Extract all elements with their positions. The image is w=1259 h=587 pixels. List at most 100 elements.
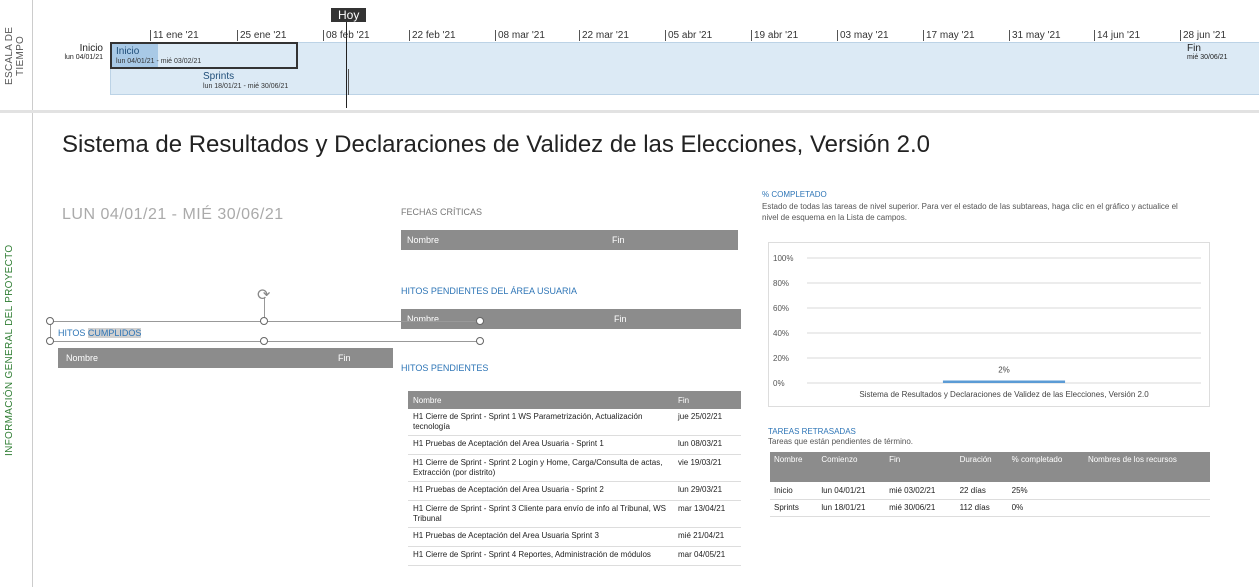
table-row[interactable]: H1 Pruebas de Aceptación del Area Usuari…	[408, 527, 741, 547]
column-header: % completado	[1007, 452, 1084, 482]
timeline-tick: 25 ene '21	[237, 30, 286, 41]
rotate-icon[interactable]: ⟳	[257, 285, 270, 305]
tareas-retrasadas-table[interactable]: Nombre Comienzo Fin Duración% completado Nom…	[770, 452, 1210, 517]
project-title[interactable]: Sistema de Resultados y Declaraciones de…	[62, 128, 982, 162]
project-date-range[interactable]: LUN 04/01/21 - MIÉ 30/06/21	[62, 206, 284, 224]
completado-chart[interactable]: 100% 80% 60% 40% 20% 0% 2% Sistema de Resultado…	[768, 242, 1210, 407]
cell-nombre: H1 Pruebas de Aceptación del Area Usuari…	[408, 527, 673, 547]
timeline-task-inicio[interactable]: Inicio lun 04/01/21 - mié 03/02/21	[110, 42, 298, 69]
col-nombre: Nombre	[407, 314, 440, 324]
hitos-pendientes-heading[interactable]: HITOS PENDIENTES	[401, 363, 488, 373]
today-line	[346, 14, 347, 108]
table-row[interactable]: H1 Cierre de Sprint - Sprint 4 Reportes,…	[408, 546, 741, 566]
cell-fin: jue 25/02/21	[673, 409, 741, 436]
table-cell: 112 días	[955, 499, 1008, 517]
timeline-tick: 22 mar '21	[579, 30, 629, 41]
cell-nombre: H1 Pruebas de Aceptación del Area Usuari…	[408, 481, 673, 501]
hitos-area-usuaria-header[interactable]: Nombre Fin	[401, 309, 741, 329]
resize-handle[interactable]	[260, 337, 268, 345]
hitos-pendientes-table[interactable]: Nombre Fin H1 Cierre de Sprint - Sprint …	[408, 391, 741, 566]
timeline-tick: 05 abr '21	[665, 30, 712, 41]
timeline-end-date: mié 30/06/21	[1187, 54, 1228, 61]
hitos-area-usuaria-heading[interactable]: HITOS PENDIENTES DEL ÁREA USUARIA	[401, 286, 577, 296]
cell-fin: vie 19/03/21	[673, 454, 741, 482]
data-label: 2%	[998, 366, 1010, 375]
timeline-tick: 11 ene '21	[150, 30, 199, 41]
fechas-criticas-heading[interactable]: FECHAS CRÍTICAS	[401, 207, 482, 217]
table-row[interactable]: H1 Cierre de Sprint - Sprint 3 Cliente p…	[408, 500, 741, 528]
table-cell: Inicio	[770, 482, 818, 500]
cell-fin: lun 29/03/21	[673, 481, 741, 501]
col-fin: Fin	[673, 391, 741, 409]
cell-nombre: H1 Cierre de Sprint - Sprint 2 Login y H…	[408, 454, 673, 482]
cell-nombre: H1 Pruebas de Aceptación del Area Usuari…	[408, 435, 673, 455]
timeline-side-label: ESCALA DE TIEMPO	[4, 26, 26, 86]
resize-handle[interactable]	[476, 317, 484, 325]
fechas-criticas-header[interactable]: Nombre Fin	[401, 230, 738, 250]
col-fin: Fin	[614, 314, 627, 324]
table-row[interactable]: H1 Cierre de Sprint - Sprint 2 Login y H…	[408, 454, 741, 482]
resize-handle[interactable]	[260, 317, 268, 325]
cell-fin: mié 21/04/21	[673, 527, 741, 547]
timeline-task-sprints[interactable]: Sprints lun 18/01/21 - mié 30/06/21	[110, 69, 1259, 95]
resize-handle[interactable]	[46, 337, 54, 345]
hitos-cumplidos-header[interactable]: Nombre Fin	[58, 348, 393, 368]
task-dates: lun 04/01/21 - mié 03/02/21	[116, 58, 202, 65]
resize-handle[interactable]	[476, 337, 484, 345]
sprints-divider	[348, 69, 349, 95]
table-row[interactable]: H1 Pruebas de Aceptación del Area Usuari…	[408, 481, 741, 501]
y-tick-label: 0%	[773, 379, 785, 388]
chart-svg: 100% 80% 60% 40% 20% 0% 2% Sistema de Resultado…	[773, 254, 1201, 399]
timeline-end-label: Fin	[1187, 43, 1201, 54]
cell-fin: lun 08/03/21	[673, 435, 741, 455]
cell-fin: mar 04/05/21	[673, 546, 741, 566]
table-header-row: Nombre Fin	[408, 391, 741, 409]
timeline[interactable]: 11 ene '21 25 ene '21 08 feb '21 22 feb '21…	[33, 0, 1259, 108]
task-name: Sprints	[203, 71, 235, 82]
table-cell: Sprints	[770, 499, 818, 517]
y-tick-label: 40%	[773, 329, 789, 338]
table-cell: 0%	[1007, 499, 1084, 517]
timeline-start-date: lun 04/01/21	[64, 54, 103, 61]
column-header: Nombre	[770, 452, 818, 482]
column-header: Nombres de los recursos	[1083, 452, 1210, 482]
timeline-start-label: Inicio	[79, 43, 103, 54]
cell-fin: mar 13/04/21	[673, 500, 741, 528]
heading-selected-text: CUMPLIDOS	[87, 328, 142, 338]
bar[interactable]	[942, 380, 1066, 384]
col-fin: Fin	[612, 235, 625, 245]
col-nombre: Nombre	[407, 235, 440, 245]
y-tick-label: 60%	[773, 304, 789, 313]
y-tick-label: 20%	[773, 354, 789, 363]
cell-nombre: H1 Cierre de Sprint - Sprint 1 WS Parame…	[408, 409, 673, 436]
hitos-cumplidos-heading[interactable]: HITOS CUMPLIDOS	[58, 328, 142, 338]
timeline-tick: 19 abr '21	[751, 30, 798, 41]
tareas-retrasadas-subtitle[interactable]: Tareas que están pendientes de término.	[768, 437, 913, 446]
heading-text: HITOS	[58, 328, 88, 338]
timeline-tick: 08 mar '21	[495, 30, 545, 41]
cell-nombre: H1 Cierre de Sprint - Sprint 4 Reportes,…	[408, 546, 673, 566]
table-cell	[1083, 499, 1210, 517]
column-header: Fin	[885, 452, 956, 482]
cell-nombre: H1 Cierre de Sprint - Sprint 3 Cliente p…	[408, 500, 673, 528]
table-header-row: Nombre Comienzo Fin Duración% completado Nom…	[770, 452, 1210, 482]
timeline-tick: 14 jun '21	[1094, 30, 1140, 41]
col-nombre: Nombre	[66, 353, 99, 363]
completado-description[interactable]: Estado de todas las tareas de nivel supe…	[762, 201, 1182, 223]
table-row[interactable]: Sprints lun 18/01/21 mié 30/06/21 112 días 0…	[770, 499, 1210, 517]
timeline-separator[interactable]	[0, 110, 1259, 113]
table-row[interactable]: Inicio lun 04/01/21 mié 03/02/21 22 días 25%	[770, 482, 1210, 500]
completado-heading[interactable]: % COMPLETADO	[762, 190, 827, 199]
task-name: Inicio	[116, 46, 140, 57]
column-header: Duración	[955, 452, 1008, 482]
table-row[interactable]: H1 Cierre de Sprint - Sprint 1 WS Parame…	[408, 409, 741, 436]
table-row[interactable]: H1 Pruebas de Aceptación del Area Usuari…	[408, 435, 741, 455]
timeline-tick: 31 may '21	[1009, 30, 1061, 41]
resize-handle[interactable]	[46, 317, 54, 325]
timeline-tick: 28 jun '21	[1180, 30, 1226, 41]
y-tick-label: 100%	[773, 254, 793, 263]
tareas-retrasadas-heading[interactable]: TAREAS RETRASADAS	[768, 427, 856, 436]
table-cell: lun 04/01/21	[817, 482, 886, 500]
table-cell	[1083, 482, 1210, 500]
today-marker: Hoy	[331, 8, 367, 22]
